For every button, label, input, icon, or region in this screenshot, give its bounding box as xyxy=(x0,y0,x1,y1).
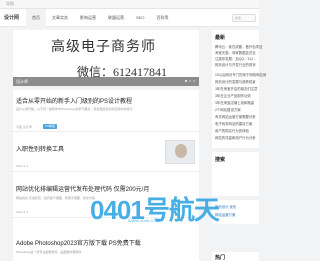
slider-dot[interactable] xyxy=(189,80,191,82)
search-input[interactable]: 搜索... xyxy=(232,14,256,22)
list-item: 入职性别转换工具 2022-1-1 xyxy=(13,132,199,172)
sidebar-link[interactable]: 电子商务网站的建设方案 xyxy=(215,121,252,126)
list-item: Adobe Photoshop2023官方版下载 PS免费下载 Photosho… xyxy=(13,218,199,261)
post-meta: 2022-1-1 xyxy=(16,164,29,168)
hot-title: 热门 xyxy=(215,255,226,261)
sidebar-link[interactable]: 有关网站运营方案需要分析 xyxy=(215,114,256,119)
post-desc: 网站优化 高速稳定，如同级不需要，费用不需要，优化方案... xyxy=(16,196,98,200)
sidebar-link[interactable]: 网页设计与开发行业的现状 xyxy=(215,62,256,67)
top-bar: 导航 xyxy=(0,0,259,9)
tag-badge[interactable]: PS教程 xyxy=(43,124,58,129)
banner-caption[interactable]: 设计师 xyxy=(16,79,28,85)
sidebar-link[interactable]: 腾讯云：我在成都，做外包项目 xyxy=(215,44,262,49)
site-header: 设计网 首页 文章实务 影响运营 联盟运营 SEO 百科等 搜索... xyxy=(0,9,259,27)
post-meta: 2022-1-1 xyxy=(16,210,29,214)
slider-dot[interactable] xyxy=(185,80,187,82)
nav-item-home[interactable]: 首页 xyxy=(26,9,46,27)
hot-box: 热门 xyxy=(212,252,259,261)
person-image xyxy=(175,144,187,158)
sidebar-link[interactable]: 网站运营方案 xyxy=(215,212,235,217)
sidebar-link[interactable]: 3年在淘宝店铺上线和跑量 xyxy=(215,100,254,105)
search-box: 搜索 xyxy=(212,152,259,196)
latest-title: 最新 xyxy=(215,35,226,41)
post-desc: 设计从零开始，以不同一些软件中Photoshop的学习要点，包含和结合实际应用中… xyxy=(16,107,135,111)
sidebar: 最新 腾讯云：我在成都，做外包项目 淘宝天猫：商家数据会员全 注重你发展：加QQ… xyxy=(212,30,266,261)
list-item: 适合从零开始的新手入门级别的PS设计教程 设计从零开始，以不同一些软件中Phot… xyxy=(13,90,199,132)
sidebar-link[interactable]: 15以后网页专门的用于网络和应用 xyxy=(215,72,266,77)
post-desc: Photoshop是一款专业编辑软件，是图像处理软件... xyxy=(16,250,84,254)
post-title[interactable]: 适合从零开始的新手入门级别的PS设计教程 xyxy=(16,96,132,105)
sidebar-link[interactable]: 3年在淘宝开店的朋友们注意 xyxy=(215,86,258,91)
nav-item-alliance[interactable]: 联盟运营 xyxy=(102,9,130,27)
nav-item-wiki[interactable]: 百科等 xyxy=(150,9,174,27)
post-title[interactable]: Adobe Photoshop2023官方版下载 PS免费下载 xyxy=(16,238,141,247)
post-meta: 平面 设计师 xyxy=(16,125,32,129)
sidebar-link[interactable]: 淘宝天猫：商家数据会员全 xyxy=(215,50,256,55)
sidebar-link[interactable]: 网站的流量和用户行为分析 xyxy=(215,135,256,140)
latest-box: 最新 腾讯云：我在成都，做外包项目 淘宝天猫：商家数据会员全 注重你发展：加QQ… xyxy=(212,30,266,148)
list-item: 网站优化排编辑运营代发布处理代码 仅需200元/月 网站优化 高速稳定，如同级不… xyxy=(13,172,199,218)
banner-title: 高级电子商务师 xyxy=(51,40,156,55)
site-logo[interactable]: 设计网 xyxy=(4,14,19,21)
banner-caption-bar: 设计师 xyxy=(13,77,199,86)
post-list: 适合从零开始的新手入门级别的PS设计教程 设计从零开始，以不同一些软件中Phot… xyxy=(13,90,199,261)
banner-slider[interactable]: 高级电子商务师 微信：612417841 设计师 xyxy=(13,30,199,86)
main-nav: 首页 文章实务 影响运营 联盟运营 SEO 百科等 xyxy=(26,9,174,27)
sidebar-link[interactable]: 3年在企业产品制作功效 xyxy=(215,93,251,98)
nav-item-seo[interactable]: SEO xyxy=(130,9,150,27)
post-title[interactable]: 网站优化排编辑运营代发布处理代码 仅需200元/月 xyxy=(16,184,149,193)
sidebar-link[interactable]: 网页设计的发展与趋势前景 xyxy=(215,79,256,84)
tags-box: 网页设计 优化 网站运营方案 xyxy=(212,200,259,224)
sidebar-link[interactable]: 注重你发展：加QQ：312... xyxy=(215,56,256,61)
sidebar-link[interactable]: 2个网站建设方案 xyxy=(215,107,241,112)
nav-item-operations[interactable]: 影响运营 xyxy=(74,9,102,27)
nav-item-articles[interactable]: 文章实务 xyxy=(46,9,74,27)
sidebar-link[interactable]: 用户的购买行为的体验 xyxy=(215,128,249,133)
post-thumbnail[interactable] xyxy=(165,140,195,164)
search-box-title: 搜索 xyxy=(215,157,226,163)
slider-dot[interactable] xyxy=(193,80,195,82)
top-bar-text[interactable]: 导航 xyxy=(6,1,14,7)
slider-dots xyxy=(185,80,195,82)
sidebar-link[interactable]: 网页设计 优化 xyxy=(215,204,236,209)
post-title[interactable]: 入职性别转换工具 xyxy=(16,144,64,153)
